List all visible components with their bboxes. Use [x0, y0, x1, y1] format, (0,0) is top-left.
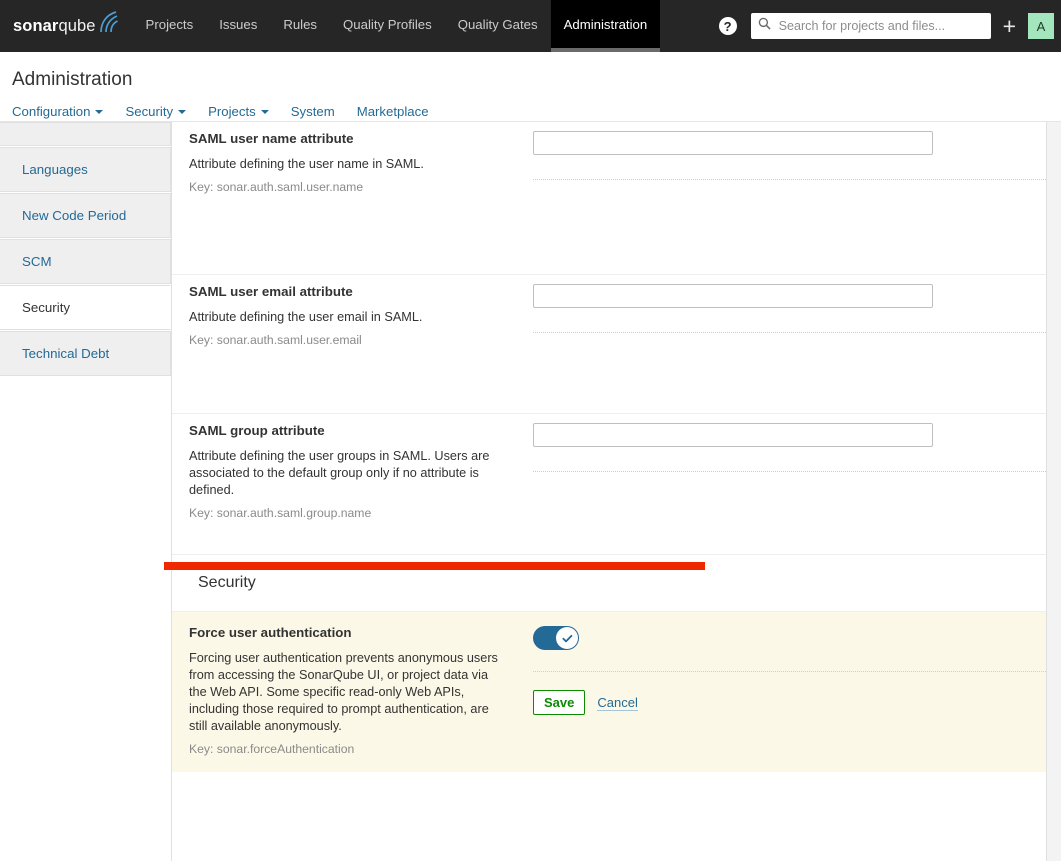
sidebar-item-languages[interactable]: Languages	[0, 147, 171, 192]
setting-divider	[533, 332, 1046, 333]
security-section: Security Force user authentication Forci…	[172, 555, 1046, 772]
setting-force-user-authentication: Force user authentication Forcing user a…	[172, 612, 1046, 772]
setting-divider	[533, 179, 1046, 180]
chevron-down-icon	[95, 110, 103, 114]
chevron-down-icon	[261, 110, 269, 114]
nav-item-issues-label: Issues	[219, 17, 257, 32]
page-body: Languages New Code Period SCM Security T…	[0, 122, 1061, 861]
sidebar-item-security[interactable]: Security	[0, 285, 171, 330]
nav-item-projects-label: Projects	[146, 17, 194, 32]
setting-divider	[533, 671, 1046, 672]
settings-card: SAML user name attribute Attribute defin…	[172, 122, 1047, 861]
cancel-button[interactable]: Cancel	[597, 695, 637, 711]
sidebar-item-technical-debt-label: Technical Debt	[22, 346, 109, 361]
setting-description: Attribute defining the user name in SAML…	[189, 156, 505, 173]
setting-saml-group: SAML group attribute Attribute defining …	[172, 414, 1046, 555]
setting-divider	[533, 471, 1046, 472]
setting-definition: SAML user email attribute Attribute defi…	[189, 275, 519, 413]
avatar[interactable]: A	[1028, 13, 1054, 39]
setting-name: SAML group attribute	[189, 423, 505, 438]
tab-projects-label: Projects	[208, 104, 256, 119]
saml-user-email-input[interactable]	[533, 284, 933, 308]
nav-item-quality-gates-label: Quality Gates	[458, 17, 538, 32]
page-title: Administration	[12, 69, 1061, 91]
search-box[interactable]	[751, 13, 991, 39]
setting-description: Forcing user authentication prevents ano…	[189, 650, 505, 735]
setting-name: Force user authentication	[189, 625, 505, 640]
search-input[interactable]	[777, 18, 984, 34]
settings-sidebar: Languages New Code Period SCM Security T…	[0, 122, 171, 861]
setting-definition: SAML user name attribute Attribute defin…	[189, 122, 519, 274]
setting-saml-user-name: SAML user name attribute Attribute defin…	[172, 122, 1046, 275]
saml-group-input[interactable]	[533, 423, 933, 447]
search-icon	[758, 17, 771, 35]
sonarqube-logo: sonarqube	[13, 11, 119, 41]
setting-name: SAML user email attribute	[189, 284, 505, 299]
sonarqube-logo-link[interactable]: sonarqube	[0, 0, 133, 52]
sonarqube-arcs-icon	[97, 10, 119, 39]
tab-configuration-label: Configuration	[12, 104, 90, 119]
nav-item-quality-gates[interactable]: Quality Gates	[445, 0, 551, 52]
page-header: Administration Configuration Security Pr…	[0, 52, 1061, 122]
chevron-down-icon	[178, 110, 186, 114]
setting-value	[519, 414, 1046, 554]
tab-security-label: Security	[125, 104, 173, 119]
setting-actions: Save Cancel	[533, 690, 1046, 715]
toggle-knob	[556, 627, 578, 649]
sidebar-item-technical-debt[interactable]: Technical Debt	[0, 331, 171, 376]
navbar-right: ? + A	[719, 0, 1061, 52]
security-section-header: Security	[172, 555, 1046, 612]
setting-value: Save Cancel	[519, 612, 1046, 772]
setting-key: Key: sonar.forceAuthentication	[189, 742, 505, 756]
sidebar-item-new-code-period-label: New Code Period	[22, 208, 126, 223]
setting-description: Attribute defining the user groups in SA…	[189, 448, 505, 499]
navbar-left: sonarqube Projects Issues Rules Quality …	[0, 0, 660, 52]
nav-item-rules[interactable]: Rules	[270, 0, 330, 52]
setting-key: Key: sonar.auth.saml.group.name	[189, 506, 505, 520]
nav-item-administration[interactable]: Administration	[551, 0, 661, 52]
setting-description: Attribute defining the user email in SAM…	[189, 309, 505, 326]
create-new-icon[interactable]: +	[991, 15, 1028, 38]
saml-user-name-input[interactable]	[533, 131, 933, 155]
nav-item-administration-label: Administration	[564, 17, 648, 32]
setting-definition: SAML group attribute Attribute defining …	[189, 414, 519, 554]
settings-content: SAML user name attribute Attribute defin…	[171, 122, 1061, 861]
avatar-initial: A	[1037, 19, 1046, 34]
page-right-gutter	[1047, 122, 1061, 861]
tab-marketplace-label: Marketplace	[357, 104, 429, 119]
help-icon[interactable]: ?	[719, 17, 737, 35]
check-icon	[561, 632, 574, 645]
sidebar-item-security-label: Security	[22, 300, 70, 315]
nav-item-projects[interactable]: Projects	[133, 0, 207, 52]
setting-name: SAML user name attribute	[189, 131, 505, 146]
sidebar-item-new-code-period[interactable]: New Code Period	[0, 193, 171, 238]
plus-icon-glyph: +	[1003, 13, 1016, 39]
setting-saml-user-email: SAML user email attribute Attribute defi…	[172, 275, 1046, 414]
settings-card-tail	[172, 772, 1046, 832]
setting-definition: Force user authentication Forcing user a…	[189, 612, 519, 772]
nav-item-quality-profiles[interactable]: Quality Profiles	[330, 0, 445, 52]
setting-key: Key: sonar.auth.saml.user.name	[189, 180, 505, 194]
global-navbar: sonarqube Projects Issues Rules Quality …	[0, 0, 1061, 52]
nav-item-rules-label: Rules	[283, 17, 317, 32]
setting-key: Key: sonar.auth.saml.user.email	[189, 333, 505, 347]
logo-text-light: qube	[58, 17, 95, 35]
tab-system-label: System	[291, 104, 335, 119]
setting-value	[519, 275, 1046, 413]
nav-item-issues[interactable]: Issues	[206, 0, 270, 52]
logo-text-bold: sonar	[13, 17, 58, 35]
sidebar-item-scm-label: SCM	[22, 254, 52, 269]
nav-item-quality-profiles-label: Quality Profiles	[343, 17, 432, 32]
force-authentication-toggle[interactable]	[533, 626, 579, 650]
save-button[interactable]: Save	[533, 690, 585, 715]
sidebar-item-scm[interactable]: SCM	[0, 239, 171, 284]
sidebar-item-languages-label: Languages	[22, 162, 88, 177]
setting-value	[519, 122, 1046, 274]
help-icon-glyph: ?	[724, 19, 732, 34]
sidebar-item-partial[interactable]	[0, 122, 171, 146]
